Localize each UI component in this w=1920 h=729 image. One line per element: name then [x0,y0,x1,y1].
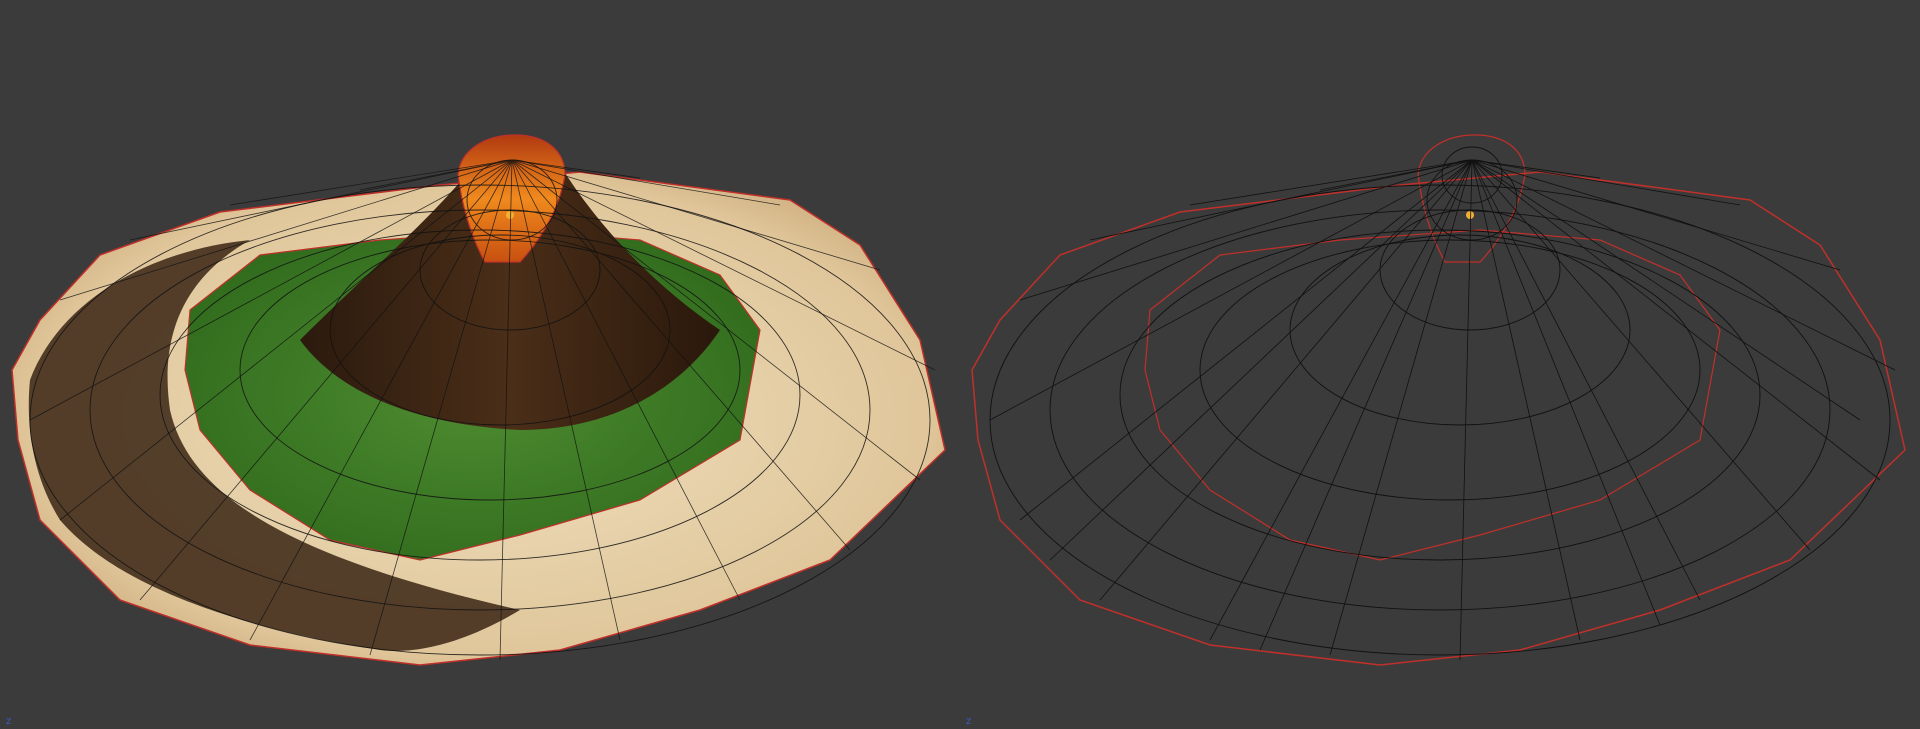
mesh-wire-rings [989,146,1891,656]
island-mesh-shaded[interactable] [0,0,960,729]
axis-label: z [6,716,12,727]
viewport-wireframe[interactable]: z [960,0,1920,729]
axis-label: z [966,716,972,727]
island-mesh-wireframe[interactable] [960,0,1920,729]
inner-outline [1144,229,1721,561]
vertex-dot-icon [506,211,514,219]
vertex-dot-icon [1466,211,1474,219]
mesh-wire-spokes [989,159,1896,661]
viewport-shaded[interactable]: z [0,0,960,729]
crater-outline [1417,134,1526,263]
outer-outline [971,171,1906,666]
viewport-layout: z z [0,0,1920,729]
